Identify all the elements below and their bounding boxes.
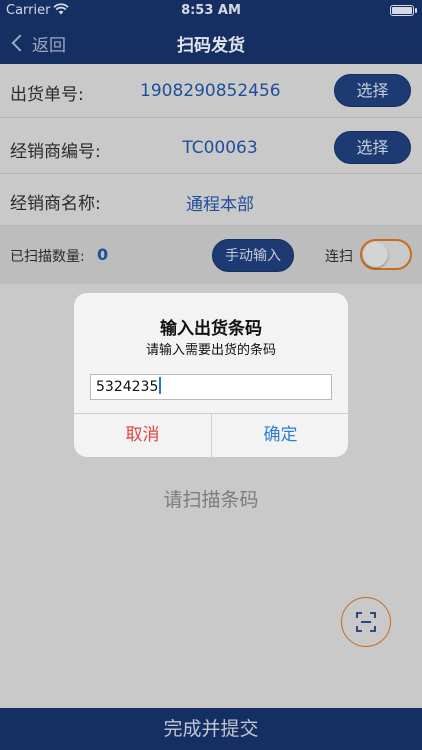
- scanned-count-label: 已扫描数量:: [10, 249, 85, 265]
- cancel-button[interactable]: 取消: [74, 414, 211, 457]
- shipment-no-value: 1908290852456: [140, 81, 281, 101]
- scan-prompt: 请扫描条码: [163, 489, 259, 511]
- dealer-code-row: 经销商编号: TC00063 选择: [0, 120, 422, 174]
- continuous-scan-label: 连扫: [325, 249, 353, 265]
- status-bar: Carrier 8:53 AM: [0, 0, 422, 22]
- shipment-no-row: 出货单号: 1908290852456 选择: [0, 64, 422, 118]
- page-title: 扫码发货: [177, 36, 245, 56]
- submit-button[interactable]: 完成并提交: [0, 708, 422, 750]
- dealer-name-label: 经销商名称:: [10, 194, 101, 214]
- battery-icon: [390, 5, 414, 16]
- dialog-title: 输入出货条码: [160, 319, 262, 339]
- scan-button[interactable]: [341, 597, 391, 647]
- battery-tip-icon: [415, 8, 417, 13]
- dealer-code-label: 经销商编号:: [10, 142, 101, 162]
- continuous-scan-toggle[interactable]: [360, 239, 412, 270]
- scanned-count-value: 0: [97, 245, 109, 264]
- scan-count-row: 已扫描数量: 0 手动输入 连扫: [0, 226, 422, 284]
- dealer-name-value: 通程本部: [186, 195, 254, 215]
- dealer-name-row: 经销商名称: 通程本部: [0, 174, 422, 226]
- clock: 8:53 AM: [181, 3, 241, 18]
- confirm-button[interactable]: 确定: [212, 414, 348, 457]
- dialog-message: 请输入需要出货的条码: [145, 343, 276, 358]
- select-dealer-button[interactable]: 选择: [334, 131, 411, 164]
- dealer-code-value: TC00063: [182, 138, 258, 158]
- toggle-knob: [363, 242, 388, 267]
- navigation-bar: Carrier 8:53 AM 返回 扫码发货: [0, 0, 422, 64]
- scan-frame-icon: [356, 612, 376, 632]
- text-caret: [159, 377, 162, 394]
- barcode-input-dialog: 输入出货条码 请输入需要出货的条码 5324235 取消 确定: [74, 293, 348, 457]
- shipment-no-label: 出货单号:: [10, 85, 84, 105]
- manual-input-button[interactable]: 手动输入: [212, 239, 294, 272]
- barcode-input-value: 5324235: [96, 379, 159, 395]
- select-shipment-button[interactable]: 选择: [334, 74, 411, 107]
- barcode-input[interactable]: 5324235: [90, 374, 332, 400]
